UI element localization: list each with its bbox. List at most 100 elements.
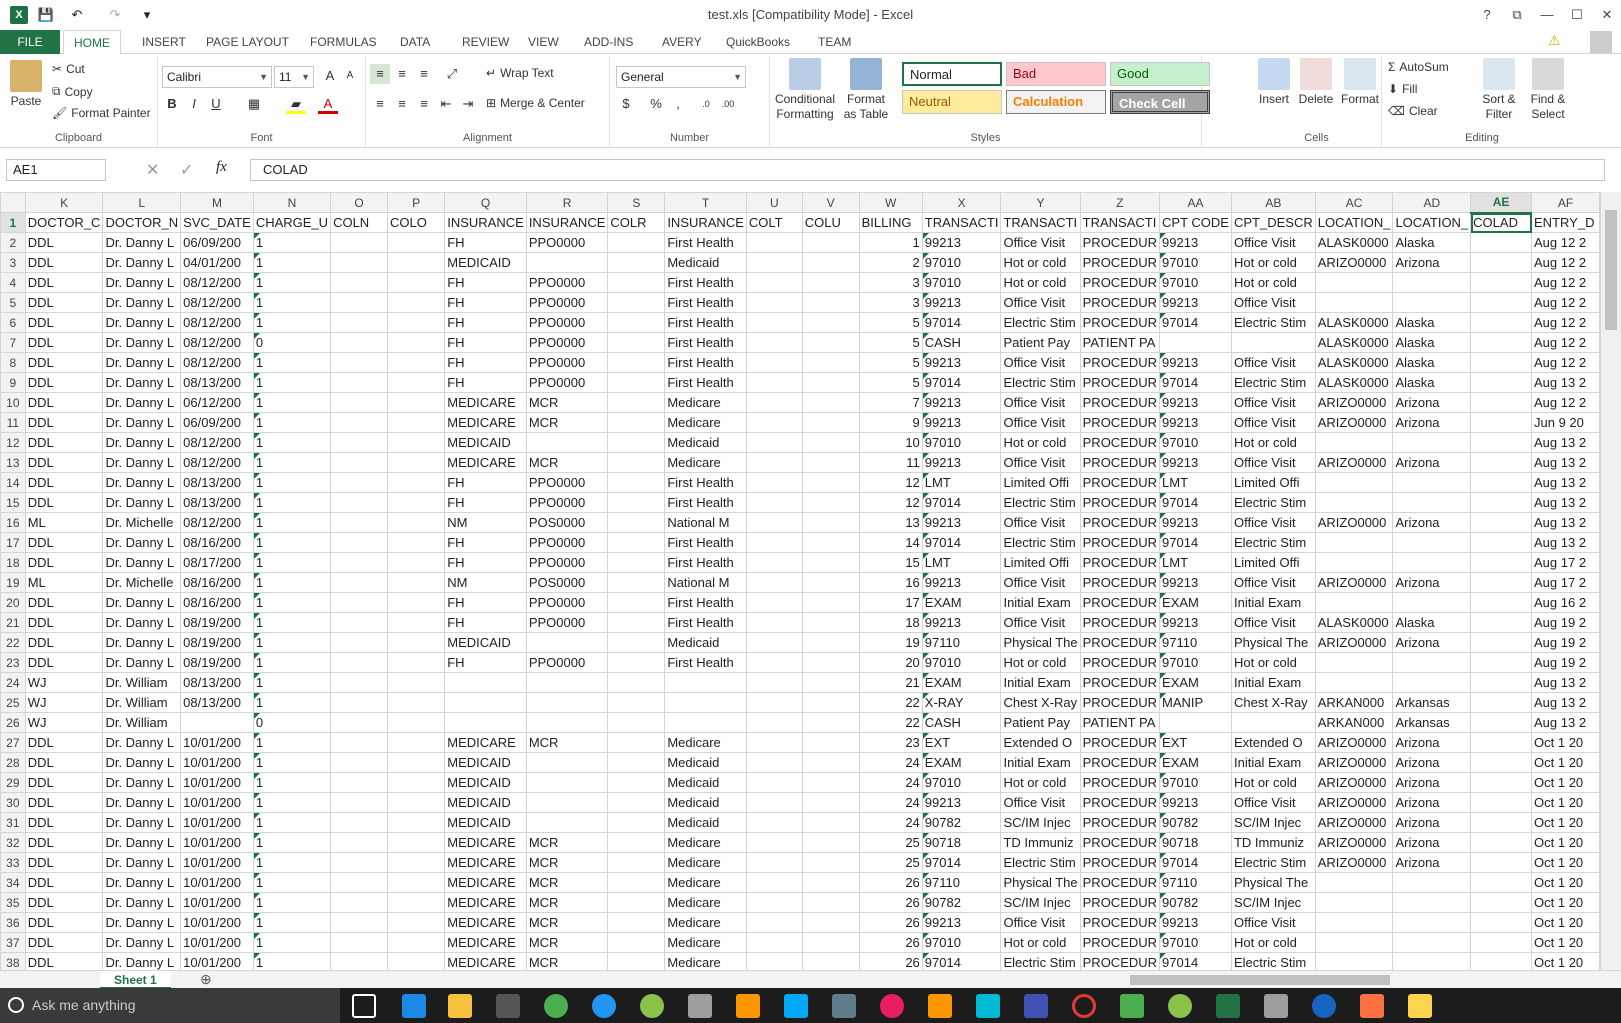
cell[interactable]: 10 bbox=[858, 432, 923, 453]
cell[interactable]: 08/19/200 bbox=[180, 632, 254, 653]
cell[interactable] bbox=[801, 272, 860, 293]
cell[interactable]: First Health bbox=[664, 332, 747, 353]
cell[interactable]: 12 bbox=[858, 472, 923, 493]
cell[interactable]: Oct 1 20 bbox=[1531, 932, 1600, 953]
cell[interactable]: 97014 bbox=[921, 952, 1002, 970]
cell[interactable]: PPO0000 bbox=[525, 232, 609, 253]
tab-data[interactable]: DATA bbox=[390, 30, 440, 54]
row-number[interactable]: 19 bbox=[0, 572, 26, 593]
cell[interactable]: Aug 12 2 bbox=[1531, 332, 1600, 353]
cell[interactable]: Initial Exam bbox=[1000, 592, 1081, 613]
cell[interactable] bbox=[525, 672, 609, 693]
cell[interactable]: 1 bbox=[252, 672, 332, 693]
cell[interactable]: Electric Stim bbox=[1230, 952, 1316, 970]
tab-home[interactable]: HOME bbox=[63, 30, 121, 55]
cell[interactable]: 97014 bbox=[921, 372, 1002, 393]
cell[interactable]: Dr. Danny L bbox=[102, 452, 182, 473]
cell[interactable] bbox=[386, 692, 446, 713]
cell[interactable]: DOCTOR_C bbox=[24, 212, 104, 233]
cell[interactable]: 26 bbox=[858, 892, 923, 913]
cell[interactable]: 1 bbox=[252, 952, 332, 970]
cell[interactable]: 08/13/200 bbox=[180, 492, 254, 513]
cell[interactable] bbox=[1392, 272, 1472, 293]
tab-add-ins[interactable]: ADD-INS bbox=[574, 30, 643, 54]
sheet-tab[interactable]: Sheet 1 bbox=[100, 971, 171, 989]
horizontal-scrollbar[interactable] bbox=[1130, 975, 1390, 985]
cell[interactable] bbox=[664, 712, 747, 733]
cell[interactable]: Medicare bbox=[664, 932, 747, 953]
cell[interactable]: Dr. Danny L bbox=[102, 792, 182, 813]
cell[interactable]: MEDICARE bbox=[444, 392, 527, 413]
cell[interactable]: Hot or cold bbox=[1000, 432, 1081, 453]
cell[interactable]: Aug 12 2 bbox=[1531, 232, 1600, 253]
cell[interactable]: 97010 bbox=[1159, 772, 1232, 793]
cell[interactable] bbox=[386, 612, 446, 633]
cell[interactable]: 1 bbox=[252, 792, 332, 813]
row-number[interactable]: 3 bbox=[0, 252, 26, 273]
merge-center-button[interactable]: ⊞ Merge & Center bbox=[486, 96, 585, 110]
cell[interactable]: ARIZO0000 bbox=[1314, 572, 1394, 593]
cell[interactable] bbox=[607, 392, 666, 413]
cell[interactable] bbox=[745, 272, 803, 293]
currency-icon[interactable]: $ bbox=[616, 94, 636, 114]
cell[interactable]: 99213 bbox=[921, 352, 1002, 373]
cell[interactable]: Dr. Danny L bbox=[102, 812, 182, 833]
cell[interactable]: Alaska bbox=[1392, 312, 1472, 333]
cell[interactable] bbox=[1470, 652, 1533, 673]
cell[interactable]: Office Visit bbox=[1000, 352, 1081, 373]
cell[interactable]: Aug 13 2 bbox=[1531, 512, 1600, 533]
cell[interactable] bbox=[386, 412, 446, 433]
cell[interactable] bbox=[607, 532, 666, 553]
cell[interactable]: COLR bbox=[607, 212, 666, 233]
cell[interactable]: Patient Pay bbox=[1000, 332, 1081, 353]
cell[interactable] bbox=[607, 952, 666, 970]
cell[interactable]: Aug 12 2 bbox=[1531, 292, 1600, 313]
cell[interactable]: Limited Offi bbox=[1000, 552, 1081, 573]
bold-icon[interactable]: B bbox=[162, 94, 182, 114]
cell[interactable] bbox=[444, 712, 527, 733]
cell[interactable]: SC/IM Injec bbox=[1000, 892, 1081, 913]
cell[interactable]: ARIZO0000 bbox=[1314, 732, 1394, 753]
cell[interactable]: DDL bbox=[24, 232, 104, 253]
cell[interactable]: MEDICAID bbox=[444, 812, 527, 833]
cell[interactable]: Dr. Danny L bbox=[102, 552, 182, 573]
cell[interactable]: 1 bbox=[252, 832, 332, 853]
cell[interactable]: 97014 bbox=[1159, 952, 1232, 970]
cell[interactable]: 10/01/200 bbox=[180, 872, 254, 893]
cell[interactable] bbox=[386, 392, 446, 413]
cell[interactable] bbox=[745, 412, 803, 433]
cell[interactable]: Oct 1 20 bbox=[1531, 872, 1600, 893]
cell[interactable]: EXT bbox=[1159, 732, 1232, 753]
cell[interactable] bbox=[801, 832, 860, 853]
cell[interactable]: Hot or cold bbox=[1000, 772, 1081, 793]
cell[interactable]: PROCEDUR bbox=[1079, 852, 1161, 873]
cell[interactable]: Aug 19 2 bbox=[1531, 612, 1600, 633]
cell[interactable]: SC/IM Injec bbox=[1230, 892, 1316, 913]
cell[interactable] bbox=[386, 932, 446, 953]
cell[interactable]: Medicare bbox=[664, 732, 747, 753]
cell[interactable] bbox=[745, 672, 803, 693]
cell[interactable]: Aug 13 2 bbox=[1531, 532, 1600, 553]
cell[interactable]: 1 bbox=[252, 452, 332, 473]
cell[interactable]: FH bbox=[444, 372, 527, 393]
cell[interactable] bbox=[330, 512, 388, 533]
row-number[interactable]: 38 bbox=[0, 952, 26, 970]
cell[interactable] bbox=[745, 732, 803, 753]
cell[interactable]: 97110 bbox=[1159, 872, 1232, 893]
cell[interactable]: 3 bbox=[858, 272, 923, 293]
cell[interactable]: ALASK0000 bbox=[1314, 612, 1394, 633]
cell[interactable] bbox=[1159, 712, 1232, 733]
cell[interactable] bbox=[330, 332, 388, 353]
wrap-text-button[interactable]: ↵ Wrap Text bbox=[486, 66, 554, 80]
app-icon[interactable] bbox=[1120, 994, 1144, 1018]
cell[interactable]: FH bbox=[444, 492, 527, 513]
app-icon[interactable] bbox=[976, 994, 1000, 1018]
cell[interactable] bbox=[1314, 932, 1394, 953]
cell[interactable]: Initial Exam bbox=[1230, 672, 1316, 693]
cell[interactable]: 99213 bbox=[1159, 452, 1232, 473]
cell[interactable] bbox=[745, 692, 803, 713]
cell[interactable] bbox=[444, 692, 527, 713]
cell[interactable]: ARIZO0000 bbox=[1314, 752, 1394, 773]
file-explorer-icon[interactable] bbox=[448, 994, 472, 1018]
cell[interactable] bbox=[801, 372, 860, 393]
